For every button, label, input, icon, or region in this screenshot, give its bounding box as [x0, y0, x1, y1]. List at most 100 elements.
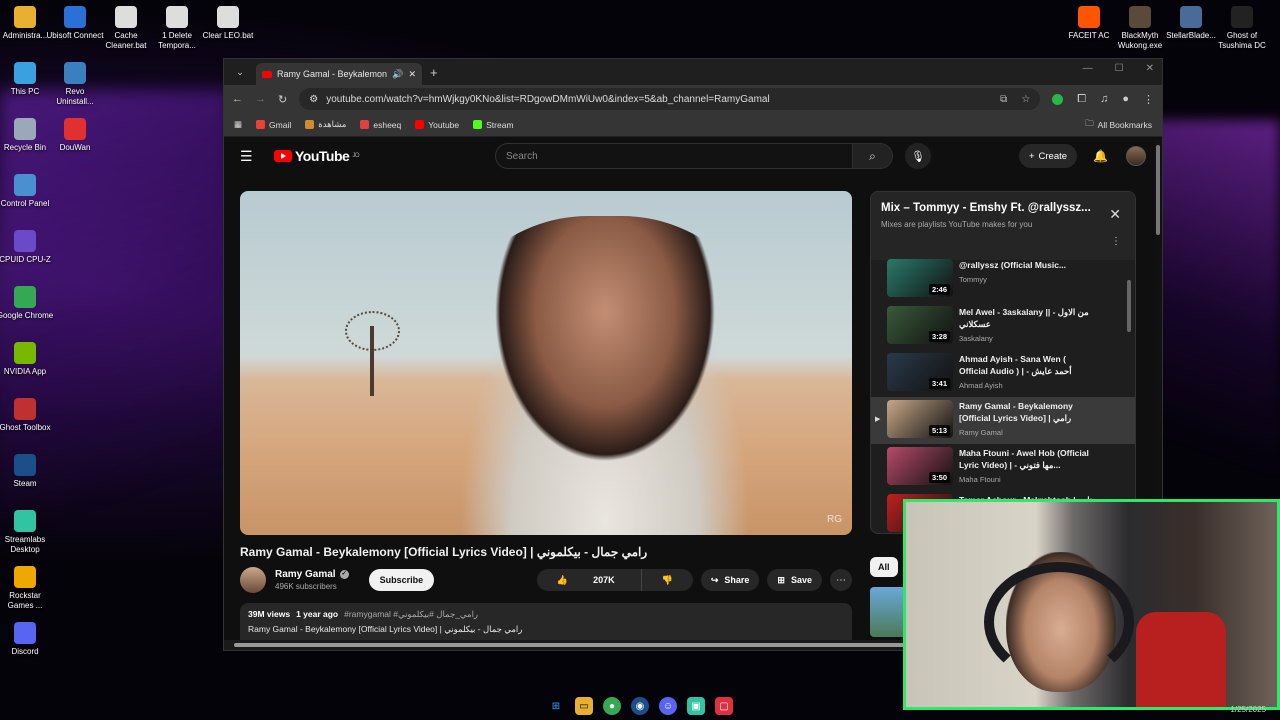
dislike-button[interactable]: 👎 [640, 569, 693, 591]
playlist-menu-icon[interactable]: ⋮ [1111, 236, 1121, 247]
desktop-icon-right-3[interactable]: Ghost of Tsushima DC [1213, 6, 1271, 51]
close-playlist-icon[interactable]: ✕ [1109, 206, 1121, 223]
desktop-icon-top-0[interactable]: Cache Cleaner.bat [97, 6, 155, 51]
address-bar[interactable]: ⚙ youtube.com/watch?v=hmWjkgy0KNo&list=R… [299, 88, 1041, 110]
desktop-icon-label: StellarBlade... [1166, 31, 1216, 40]
desktop-icon-top-1[interactable]: 1 Delete Tempora... [148, 6, 206, 51]
video-title: Ramy Gamal - Beykalemony [Official Lyric… [240, 545, 648, 559]
desktop-icon-9[interactable]: Streamlabs Desktop [0, 510, 54, 555]
save-button[interactable]: ⊞ Save [767, 569, 822, 591]
apps-grid-icon[interactable]: ▦ [234, 119, 242, 130]
create-button[interactable]: + Create [1018, 144, 1078, 168]
account-avatar[interactable] [1126, 146, 1146, 166]
hashtags[interactable]: #ramygamal #رامي_جمال #بيكلموني [344, 609, 478, 620]
steam-icon[interactable]: ◉ [631, 697, 649, 715]
forward-icon[interactable]: → [255, 93, 266, 105]
bookmark-3[interactable]: Youtube [415, 119, 459, 130]
desktop-icon-col2-1[interactable]: Revo Uninstall... [46, 62, 104, 107]
desktop-icon-right-1[interactable]: BlackMyth Wukong.exe [1111, 6, 1169, 51]
monitor-icon [14, 62, 36, 84]
folder-icon: 🗀 [1085, 117, 1094, 128]
desktop-icon-right-0[interactable]: FACEIT AC [1060, 6, 1118, 41]
bookmark-0[interactable]: Gmail [256, 119, 291, 130]
desktop-icon-11[interactable]: Discord [0, 622, 54, 657]
desktop-icon-6[interactable]: NVIDIA App [0, 342, 54, 377]
extensions-puzzle-icon[interactable]: ⧠ [1077, 93, 1086, 106]
bookmark-2[interactable]: esheeq [360, 119, 401, 130]
description-text: Ramy Gamal - Beykalemony [Official Lyric… [248, 624, 523, 634]
desktop-icon-right-2[interactable]: StellarBlade... [1162, 6, 1220, 41]
channel-avatar[interactable] [240, 567, 266, 593]
youtube-logo[interactable]: YouTube JO [274, 148, 359, 164]
share-button[interactable]: ↪ Share [700, 569, 760, 591]
playlist-item[interactable]: 3:41 Ahmad Ayish - Sana Wen ( Official Au… [871, 350, 1135, 397]
bookmark-4[interactable]: Stream [473, 119, 514, 130]
reload-icon[interactable]: ↻ [278, 93, 287, 106]
playlist-item[interactable]: 3:28 Mel Awel - 3askalany || من الاول - ع… [871, 303, 1135, 350]
new-tab-icon[interactable]: + [430, 65, 438, 80]
desktop-icon-3[interactable]: Control Panel [0, 174, 54, 209]
description-box[interactable]: 39M views 1 year ago #ramygamal #رامي_جم… [240, 603, 852, 643]
bookmarks-bar: ▦ Gmail مشاهدة esheeq Youtube Stream 🗀 All B… [224, 113, 1162, 137]
filter-chip-all[interactable]: All [870, 557, 898, 577]
desktop-icon-4[interactable]: CPUID CPU-Z [0, 230, 54, 265]
speaker-icon[interactable]: 🔊 [392, 69, 403, 80]
chrome-icon[interactable]: ● [603, 697, 621, 715]
playlist-item[interactable]: 2:46 @rallyssz (Official Music... Tommyy [871, 256, 1135, 303]
playlist-scrollbar[interactable] [1127, 280, 1131, 332]
window-controls: — ☐ ✕ [1083, 63, 1154, 74]
start-windows-icon[interactable]: ⊞ [547, 697, 565, 715]
media-control-icon[interactable]: ♫ [1100, 93, 1108, 105]
maximize-icon[interactable]: ☐ [1115, 63, 1124, 74]
channel-name[interactable]: Ramy Gamal [275, 569, 336, 580]
search-icon: ⌕ [869, 148, 876, 163]
close-window-icon[interactable]: ✕ [1146, 63, 1154, 74]
back-icon[interactable]: ← [232, 93, 243, 105]
extension-icon[interactable] [1052, 93, 1064, 105]
tab-search-icon[interactable]: ⌄ [230, 63, 250, 81]
desktop-icon-col2-0[interactable]: Ubisoft Connect [46, 6, 104, 41]
search-input[interactable]: Search [494, 143, 853, 169]
tab-youtube[interactable]: Ramy Gamal - Beykalemony 🔊 ✕ [256, 63, 422, 85]
subscribe-button[interactable]: Subscribe [368, 569, 435, 591]
video-player[interactable]: RG [240, 191, 852, 535]
bookmark-favicon-icon [360, 120, 370, 129]
all-bookmarks[interactable]: 🗀 All Bookmarks [1085, 118, 1152, 132]
voice-search-button[interactable]: 🎙 [904, 143, 931, 169]
discord-icon[interactable]: ☺ [659, 697, 677, 715]
tab-close-icon[interactable]: ✕ [408, 69, 416, 80]
desktop-icon-5[interactable]: Google Chrome [0, 286, 54, 321]
bookmark-favicon-icon [473, 120, 483, 129]
playlist-item[interactable]: ▶ 5:13 Ramy Gamal - Beykalemony [Official … [871, 397, 1135, 444]
file-explorer-icon[interactable]: ▭ [575, 697, 593, 715]
desktop-icon-col2-2[interactable]: DouWan [46, 118, 104, 153]
desktop-icon-top-2[interactable]: Clear LEO.bat [199, 6, 257, 41]
bookmark-1[interactable]: مشاهدة [305, 119, 346, 130]
desktop-icon-8[interactable]: Steam [0, 454, 54, 489]
playlist-thumbnail: 3:28 [887, 306, 953, 344]
desktop-icon-label: Discord [11, 647, 39, 656]
desktop-icon-label: Clear LEO.bat [202, 31, 254, 40]
like-button[interactable]: 👍 207K [537, 569, 635, 591]
notifications-bell-icon[interactable]: 🔔 [1093, 149, 1108, 163]
bookmark-star-icon[interactable]: ☆ [1021, 94, 1030, 105]
cast-icon[interactable]: ⧉ [1000, 94, 1007, 105]
minimize-icon[interactable]: — [1083, 63, 1093, 74]
playlist-thumbnail: 2:46 [887, 259, 953, 297]
desktop-icon-10[interactable]: Rockstar Games ... [0, 566, 54, 611]
hamburger-menu-icon[interactable]: ☰ [240, 148, 264, 165]
save-label: Save [790, 575, 812, 585]
site-info-icon[interactable]: ⚙ [309, 94, 318, 105]
headphones [984, 562, 1134, 682]
more-actions-icon[interactable]: ⋯ [830, 569, 852, 591]
streamlabs-icon[interactable]: ▣ [687, 697, 705, 715]
search-button[interactable]: ⌕ [852, 143, 893, 169]
playlist-item[interactable]: 3:50 Maha Ftouni - Awel Hob (Official Lyr… [871, 444, 1135, 491]
profile-icon[interactable]: ● [1122, 93, 1129, 105]
recommended-video-thumbnail[interactable] [870, 587, 906, 637]
desktop-icon-7[interactable]: Ghost Toolbox [0, 398, 54, 433]
browser-menu-icon[interactable]: ⋮ [1143, 93, 1154, 106]
douwan-icon[interactable]: ▢ [715, 697, 733, 715]
owner-row: Ramy Gamal ✓ 496K subscribers Subscribe … [240, 565, 852, 595]
playlist-title[interactable]: Mix – Tommyy - Emshy Ft. @rallyssz... [881, 202, 1106, 214]
